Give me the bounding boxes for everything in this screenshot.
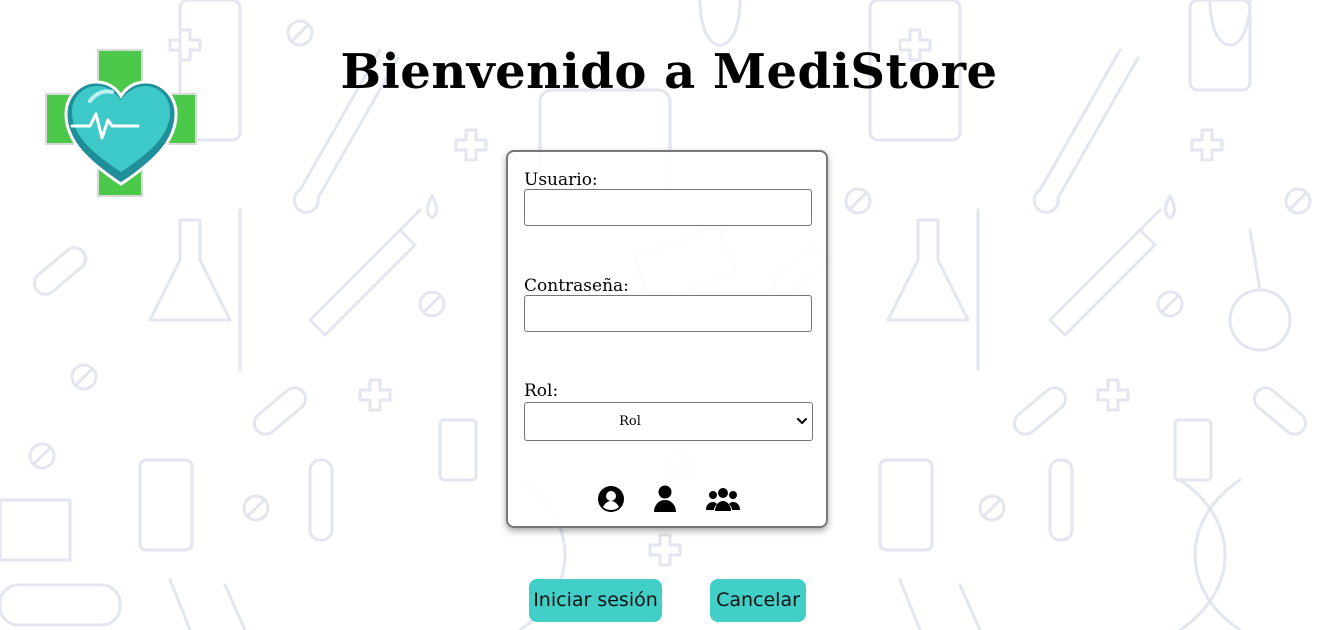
login-form: Usuario: Contraseña: Rol: Rol: [506, 150, 828, 528]
login-button[interactable]: Iniciar sesión: [529, 579, 662, 622]
users-group-icon[interactable]: [706, 484, 740, 514]
role-select[interactable]: Rol: [524, 402, 813, 441]
role-select-value: Rol: [619, 414, 641, 429]
user-circle-icon[interactable]: [597, 484, 625, 514]
password-label: Contraseña:: [524, 276, 629, 296]
role-icons: [508, 484, 826, 514]
cancel-button[interactable]: Cancelar: [710, 579, 806, 622]
password-input[interactable]: [524, 295, 812, 332]
username-label: Usuario:: [524, 170, 598, 190]
username-input[interactable]: [524, 189, 812, 226]
page-title: Bienvenido a MediStore: [340, 44, 998, 100]
chevron-down-icon: [797, 418, 807, 424]
role-label: Rol:: [524, 381, 559, 401]
user-icon[interactable]: [653, 484, 677, 514]
